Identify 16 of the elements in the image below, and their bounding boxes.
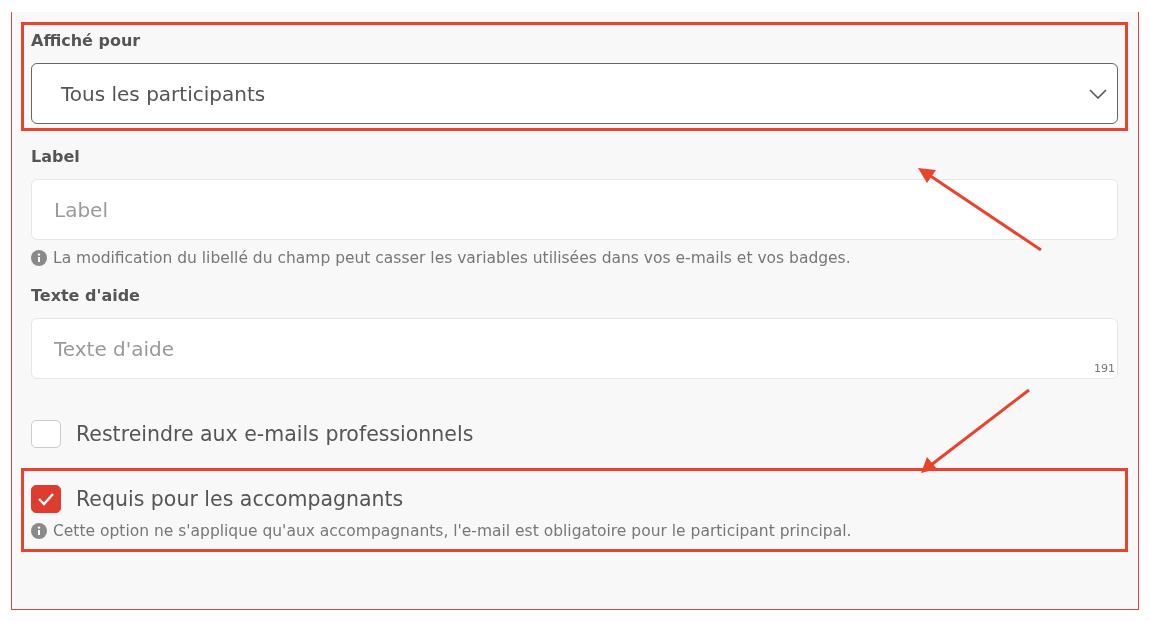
field-label: Affiché pour <box>31 31 142 50</box>
checkbox-label: Requis pour les accompagnants <box>76 487 404 511</box>
checkbox[interactable] <box>31 420 61 448</box>
field-label: Label <box>31 147 81 166</box>
checkbox[interactable] <box>31 485 61 513</box>
check-icon <box>37 492 55 506</box>
info-icon <box>31 523 47 539</box>
field-label: Texte d'aide <box>31 286 141 305</box>
input-field[interactable]: Label <box>31 179 1118 240</box>
character-counter: 191 <box>1094 362 1115 375</box>
hint-text: La modification du libellé du champ peut casser les variables utilisées dans vos e-mails et vos badges. <box>53 249 851 267</box>
info-icon <box>31 250 47 266</box>
checkbox-label: Restreindre aux e-mails professionnels <box>76 422 474 446</box>
chevron-down-icon <box>1089 88 1107 99</box>
dropdown[interactable]: Tous les participants <box>31 63 1118 124</box>
hint-text: Cette option ne s'applique qu'aux accompagnants, l'e-mail est obligatoire pour le participant principal. <box>53 522 852 540</box>
